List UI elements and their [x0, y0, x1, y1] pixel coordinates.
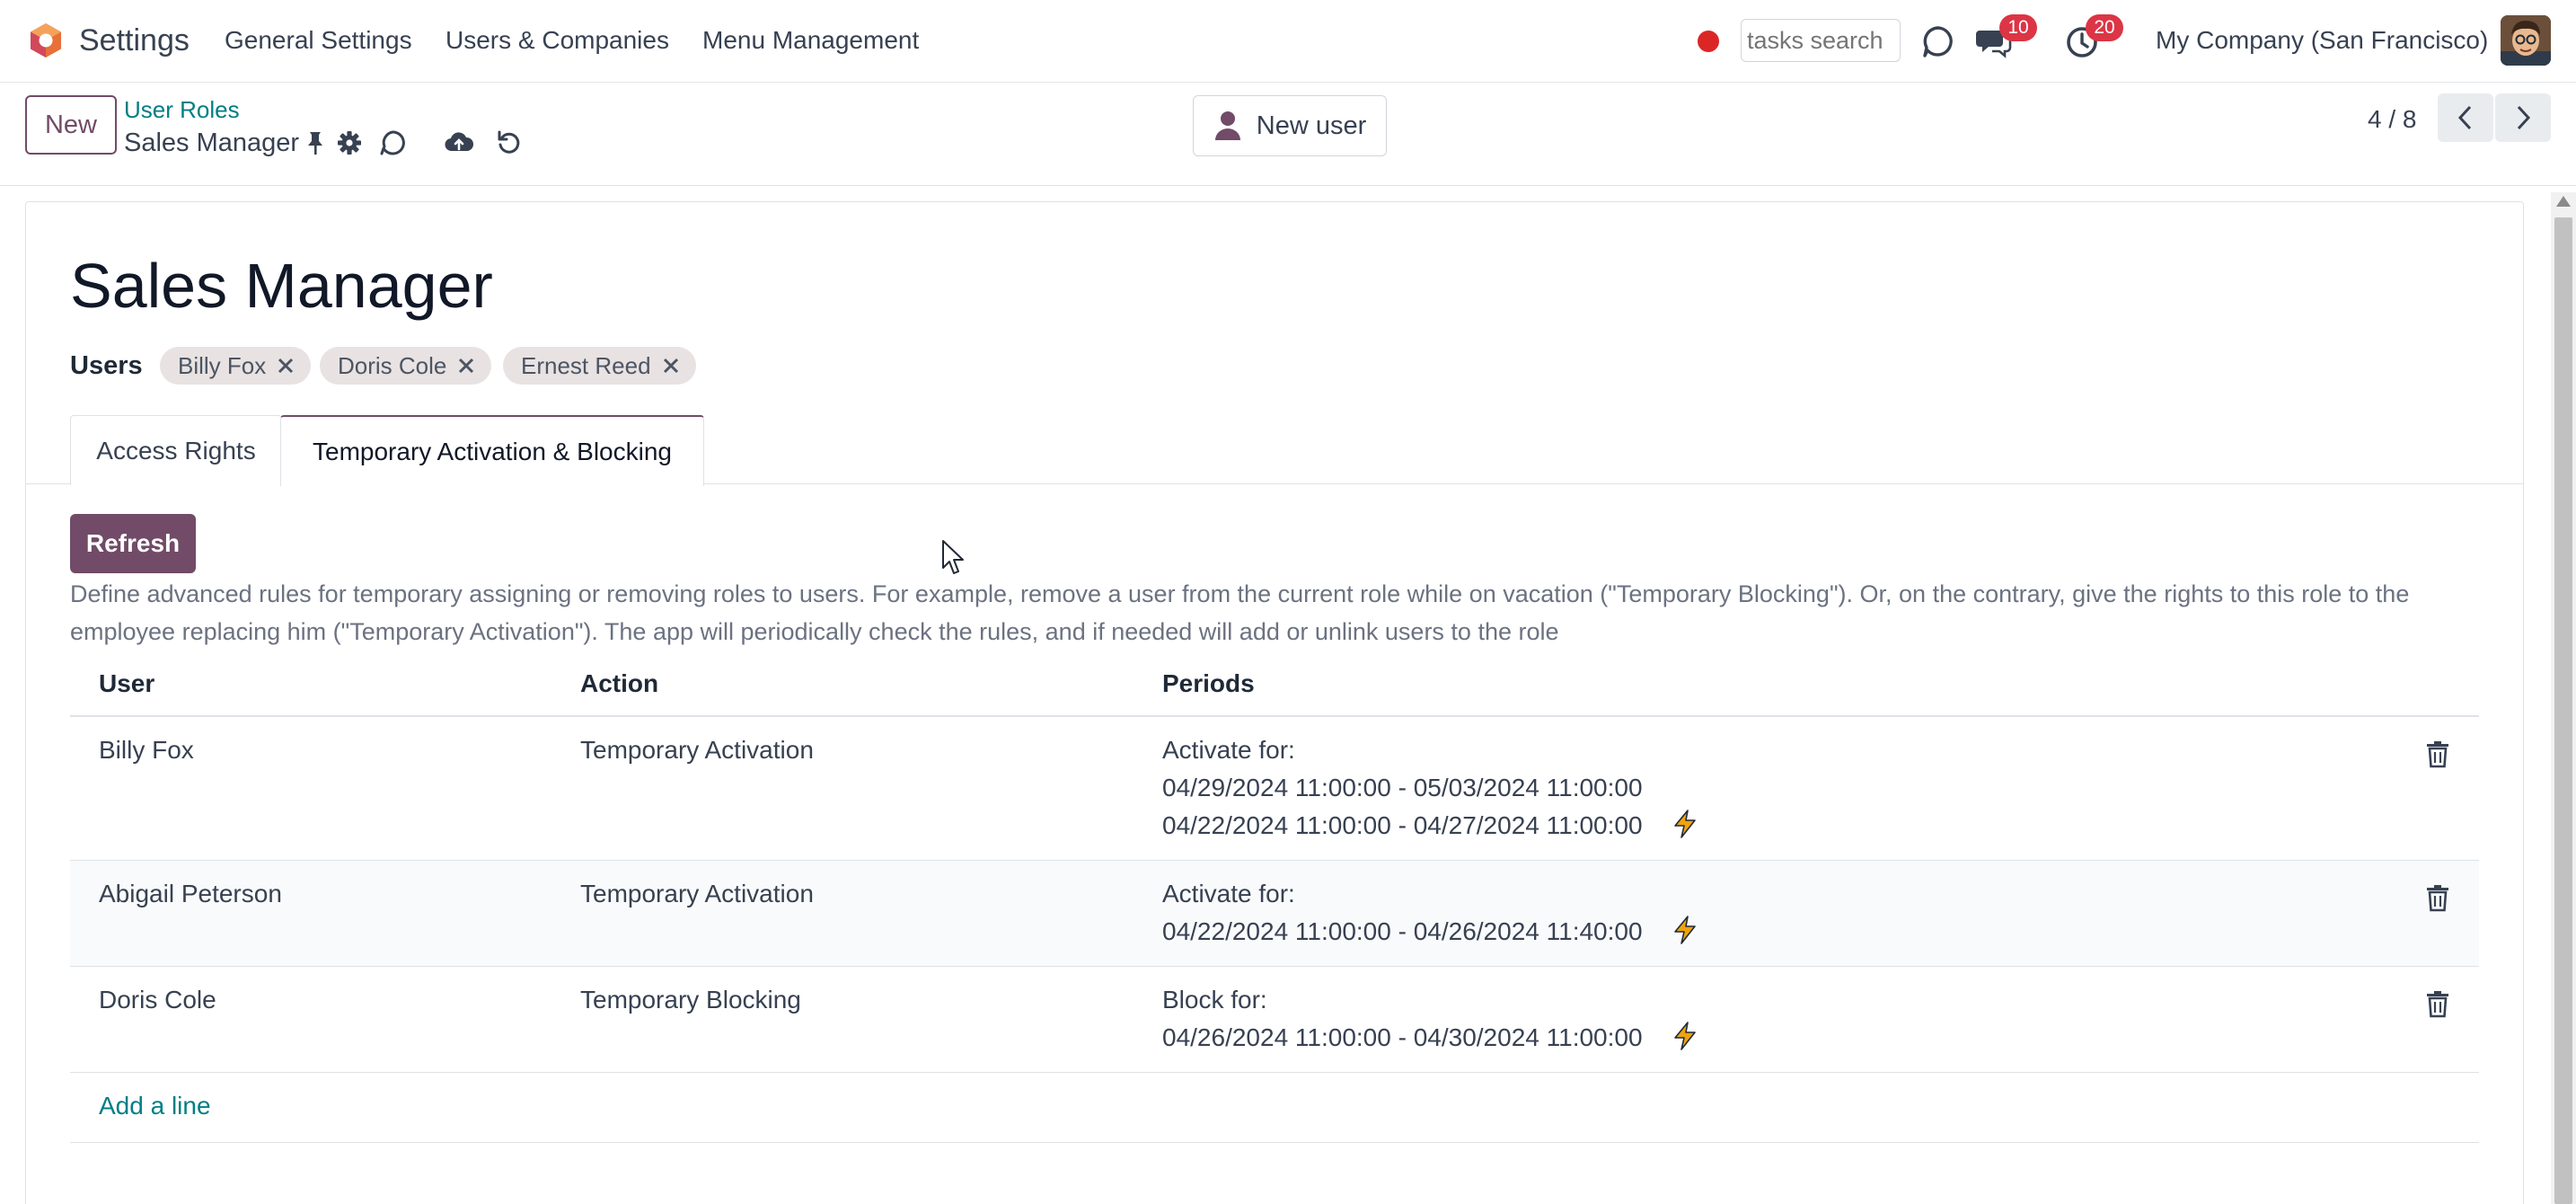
breadcrumb-user-roles[interactable]: User Roles [124, 95, 240, 124]
table-row[interactable]: Abigail Peterson Temporary Activation Ac… [70, 861, 2479, 967]
lightning-bolt-icon [1673, 810, 1696, 838]
column-header-periods[interactable]: Periods [1162, 656, 1255, 717]
period-range: 04/29/2024 11:00:00 - 05/03/2024 11:00:0… [1162, 774, 1643, 801]
tab-description: Define advanced rules for temporary assi… [70, 580, 2410, 645]
row-user[interactable]: Billy Fox [99, 731, 194, 769]
app-name[interactable]: Settings [79, 22, 190, 59]
add-a-line-link[interactable]: Add a line [99, 1087, 211, 1125]
top-navbar: Settings General Settings Users & Compan… [0, 0, 2576, 83]
row-periods[interactable]: Activate for: 04/29/2024 11:00:00 - 05/0… [1162, 731, 1700, 845]
breadcrumb-current: Sales Manager [124, 128, 300, 157]
trash-icon[interactable] [2425, 740, 2450, 769]
new-user-button[interactable]: New user [1193, 95, 1387, 156]
menu-general-settings[interactable]: General Settings [225, 25, 412, 56]
activities-badge: 20 [2086, 14, 2123, 41]
recording-indicator[interactable] [1698, 31, 1719, 52]
scrollbar-thumb[interactable] [2554, 217, 2572, 1204]
period-heading: Activate for: [1162, 736, 1295, 764]
row-periods[interactable]: Block for: 04/26/2024 11:00:00 - 04/30/2… [1162, 981, 1700, 1057]
column-header-user[interactable]: User [99, 656, 154, 717]
user-tag-label: Ernest Reed [521, 351, 651, 379]
row-user[interactable]: Abigail Peterson [99, 875, 282, 913]
row-user[interactable]: Doris Cole [99, 981, 216, 1019]
undo-icon[interactable] [496, 128, 523, 158]
table-row[interactable]: Billy Fox Temporary Activation Activate … [70, 717, 2479, 861]
mouse-pointer-icon [942, 540, 964, 574]
page-scrollbar[interactable] [2551, 192, 2576, 1204]
user-icon [1214, 111, 1240, 140]
pager-previous-button[interactable] [2438, 93, 2493, 142]
period-range-active: 04/26/2024 11:00:00 - 04/30/2024 11:00:0… [1162, 1019, 1700, 1057]
row-action[interactable]: Temporary Activation [580, 875, 814, 913]
new-button[interactable]: New [25, 95, 117, 155]
tab-temporary-activation-blocking[interactable]: Temporary Activation & Blocking [280, 415, 704, 486]
users-field-label: Users [70, 351, 143, 380]
gear-icon[interactable] [336, 128, 363, 158]
pager-value[interactable]: 4 / 8 [2368, 104, 2416, 135]
period-range-active: 04/22/2024 11:00:00 - 04/27/2024 11:00:0… [1162, 807, 1700, 845]
user-tag-label: Doris Cole [338, 351, 447, 379]
messages-badge: 10 [1999, 14, 2037, 41]
odoo-app-logo-icon[interactable] [27, 22, 65, 59]
tab-access-rights[interactable]: Access Rights [70, 415, 282, 485]
avatar-image-icon [2501, 15, 2551, 66]
table-row[interactable]: Doris Cole Temporary Blocking Block for:… [70, 967, 2479, 1073]
pin-icon[interactable] [302, 128, 329, 158]
period-heading: Activate for: [1162, 880, 1295, 907]
period-range-active: 04/22/2024 11:00:00 - 04/26/2024 11:40:0… [1162, 913, 1700, 951]
row-action[interactable]: Temporary Blocking [580, 981, 801, 1019]
add-line-row: Add a line [70, 1073, 2479, 1143]
lightning-bolt-icon [1673, 916, 1696, 944]
close-icon[interactable] [277, 357, 295, 375]
scroll-up-arrow-icon[interactable] [2556, 196, 2571, 207]
close-icon[interactable] [662, 357, 680, 375]
record-title[interactable]: Sales Manager [70, 248, 493, 323]
menu-menu-management[interactable]: Menu Management [702, 25, 919, 56]
column-header-action[interactable]: Action [580, 656, 658, 717]
control-panel-divider [0, 185, 2576, 186]
user-tag-doris-cole[interactable]: Doris Cole [320, 347, 492, 385]
user-avatar[interactable] [2501, 15, 2551, 66]
discuss-sync-icon[interactable] [1920, 23, 1956, 59]
user-tag-ernest-reed[interactable]: Ernest Reed [503, 347, 696, 385]
cloud-upload-icon[interactable] [444, 128, 474, 158]
period-heading: Block for: [1162, 986, 1267, 1014]
row-action[interactable]: Temporary Activation [580, 731, 814, 769]
period-range: 04/22/2024 11:00:00 - 04/26/2024 11:40:0… [1162, 917, 1643, 945]
sync-icon[interactable] [379, 128, 406, 158]
user-tag-billy-fox[interactable]: Billy Fox [160, 347, 312, 385]
tasks-search-input[interactable] [1741, 19, 1901, 62]
lightning-bolt-icon [1673, 1022, 1696, 1050]
period-range: 04/22/2024 11:00:00 - 04/27/2024 11:00:0… [1162, 811, 1643, 839]
pager-next-button[interactable] [2495, 93, 2551, 142]
row-periods[interactable]: Activate for: 04/22/2024 11:00:00 - 04/2… [1162, 875, 1700, 951]
trash-icon[interactable] [2425, 990, 2450, 1019]
chevron-left-icon [2457, 105, 2472, 130]
refresh-button[interactable]: Refresh [70, 514, 196, 573]
menu-users-companies[interactable]: Users & Companies [446, 25, 669, 56]
trash-icon[interactable] [2425, 884, 2450, 913]
user-tag-label: Billy Fox [178, 351, 267, 379]
new-user-label: New user [1256, 111, 1367, 140]
close-icon[interactable] [457, 357, 475, 375]
chevron-right-icon [2517, 105, 2531, 130]
period-range: 04/26/2024 11:00:00 - 04/30/2024 11:00:0… [1162, 1023, 1643, 1051]
company-switcher[interactable]: My Company (San Francisco) [2156, 25, 2488, 56]
